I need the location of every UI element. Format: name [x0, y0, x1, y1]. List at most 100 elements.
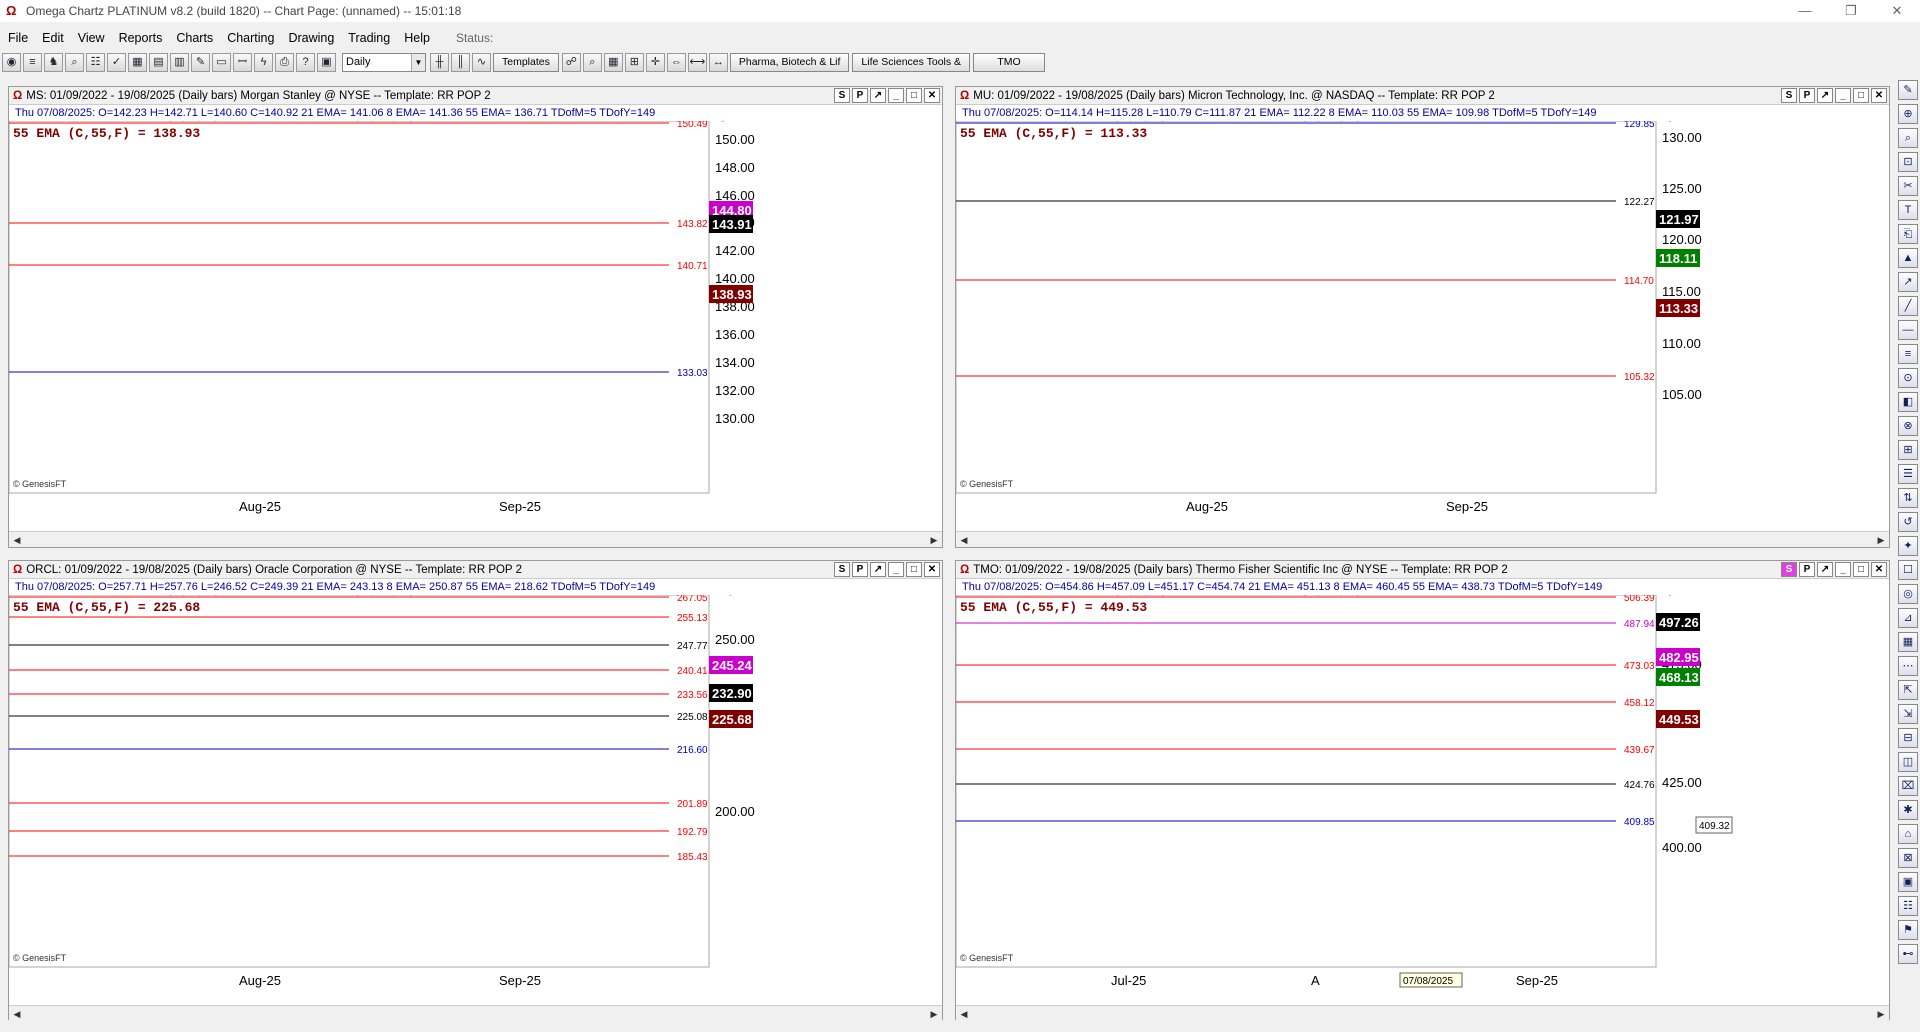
drawing-tool-icon[interactable]: ⇲: [1898, 704, 1918, 724]
drawing-tool-icon[interactable]: ⌕: [1898, 128, 1918, 148]
drawing-tool-icon[interactable]: ▲: [1898, 248, 1918, 268]
scroll-right-icon[interactable]: ▶: [928, 534, 940, 546]
drawing-tool-icon[interactable]: ↗: [1898, 272, 1918, 292]
horizontal-scrollbar[interactable]: ◀ ▶: [9, 1005, 942, 1021]
drawing-tool-icon[interactable]: ☰: [1898, 464, 1918, 484]
pane-p-button[interactable]: P: [1799, 88, 1815, 103]
bar-chart-icon[interactable]: ╫: [430, 52, 449, 72]
scroll-track[interactable]: [25, 537, 926, 543]
horizontal-scrollbar[interactable]: ◀ ▶: [956, 1005, 1889, 1021]
drawing-tool-icon[interactable]: ⇱: [1898, 680, 1918, 700]
scroll-track[interactable]: [972, 537, 1873, 543]
pane-minimize-button[interactable]: _: [1835, 88, 1851, 103]
menu-charting[interactable]: Charting: [219, 31, 280, 45]
scroll-right-icon[interactable]: ▶: [928, 1008, 940, 1020]
pane-close-button[interactable]: ✕: [1871, 562, 1887, 577]
price-chart[interactable]: 267.05255.13247.77240.41233.56225.08216.…: [9, 595, 942, 1005]
pane-link-button[interactable]: ↗: [1817, 562, 1833, 577]
horizontal-scrollbar[interactable]: ◀ ▶: [956, 531, 1889, 547]
pane-s-button[interactable]: S: [1781, 88, 1797, 103]
pane-close-button[interactable]: ✕: [924, 562, 940, 577]
pane-s-button[interactable]: S: [1781, 562, 1797, 577]
menu-reports[interactable]: Reports: [111, 31, 169, 45]
scroll-right-icon[interactable]: ▶: [1875, 1008, 1887, 1020]
line-chart-icon[interactable]: ∿: [472, 52, 491, 72]
drawing-tool-icon[interactable]: ✦: [1898, 536, 1918, 556]
menu-trading[interactable]: Trading: [340, 31, 396, 45]
pane-p-button[interactable]: P: [1799, 562, 1815, 577]
pane-link-button[interactable]: ↗: [1817, 88, 1833, 103]
pane-maximize-button[interactable]: □: [1853, 562, 1869, 577]
page-tab-tmo[interactable]: TMO: [973, 52, 1046, 72]
alert-icon[interactable]: ♞: [44, 52, 63, 72]
chart-pane-ms[interactable]: Ω MS: 01/09/2022 - 19/08/2025 (Daily bars…: [8, 86, 943, 548]
pane-p-button[interactable]: P: [852, 562, 868, 577]
drawing-tool-icon[interactable]: ◧: [1898, 392, 1918, 412]
help-icon[interactable]: ?: [296, 52, 315, 72]
drawing-tool-icon[interactable]: ⊗: [1898, 416, 1918, 436]
print-icon[interactable]: ⎙: [275, 52, 294, 72]
drawing-tool-icon[interactable]: T: [1898, 200, 1918, 220]
scroll-track[interactable]: [972, 1011, 1873, 1017]
drawing-tool-icon[interactable]: ⊕: [1898, 104, 1918, 124]
drawing-tool-icon[interactable]: ⇅: [1898, 488, 1918, 508]
candle-chart-icon[interactable]: ║: [451, 52, 470, 72]
chart-pane-orcl[interactable]: Ω ORCL: 01/09/2022 - 19/08/2025 (Daily ba…: [8, 560, 943, 1022]
search-icon[interactable]: ⌕: [582, 52, 602, 72]
scroll-track[interactable]: [25, 1011, 926, 1017]
pane-maximize-button[interactable]: □: [906, 562, 922, 577]
save-icon[interactable]: ▣: [317, 52, 336, 72]
drawing-tool-icon[interactable]: ⊟: [1898, 728, 1918, 748]
drawing-tool-icon[interactable]: —: [1898, 320, 1918, 340]
drawing-tool-icon[interactable]: ≡: [1898, 344, 1918, 364]
pane-link-button[interactable]: ↗: [870, 88, 886, 103]
drawing-tool-icon[interactable]: ↺: [1898, 512, 1918, 532]
expand-icon[interactable]: ⟷: [687, 52, 707, 72]
drawing-tool-icon[interactable]: ⊷: [1898, 944, 1918, 964]
menu-charts[interactable]: Charts: [168, 31, 219, 45]
price-chart[interactable]: 129.85122.27114.70105.32130.00125.00120.…: [956, 121, 1889, 531]
lightning-icon[interactable]: ϟ: [254, 52, 273, 72]
arrows-icon[interactable]: ⇔: [666, 52, 686, 72]
pane-minimize-button[interactable]: _: [888, 88, 904, 103]
pane-minimize-button[interactable]: _: [888, 562, 904, 577]
drawing-tool-icon[interactable]: ⊠: [1898, 848, 1918, 868]
drawing-tool-icon[interactable]: ⊡: [1898, 152, 1918, 172]
pane-maximize-button[interactable]: □: [1853, 88, 1869, 103]
drawing-tool-icon[interactable]: ⌂: [1898, 824, 1918, 844]
ruler-icon[interactable]: ▭: [212, 52, 231, 72]
period-select[interactable]: Daily ▼: [342, 52, 426, 72]
minimize-button[interactable]: —: [1782, 0, 1828, 22]
stretch-icon[interactable]: ↔: [708, 52, 728, 72]
pane-maximize-button[interactable]: □: [906, 88, 922, 103]
drawing-tool-icon[interactable]: ▦: [1898, 632, 1918, 652]
traffic-light-icon[interactable]: ≡: [23, 52, 42, 72]
price-chart[interactable]: 150.49143.82140.71133.03150.00148.00146.…: [9, 121, 942, 531]
chart-pane-tmo[interactable]: Ω TMO: 01/09/2022 - 19/08/2025 (Daily bar…: [955, 560, 1890, 1022]
drawing-tool-icon[interactable]: ╱: [1898, 296, 1918, 316]
drawing-tool-icon[interactable]: ✂: [1898, 176, 1918, 196]
pencil-icon[interactable]: ✎: [191, 52, 210, 72]
drawing-tool-icon[interactable]: ⋯: [1898, 656, 1918, 676]
drawing-tool-icon[interactable]: ▣: [1898, 872, 1918, 892]
pane-close-button[interactable]: ✕: [1871, 88, 1887, 103]
drawing-tool-icon[interactable]: ⌧: [1898, 776, 1918, 796]
price-chart[interactable]: 506.39487.94473.03458.12439.67424.76409.…: [956, 595, 1889, 1005]
scroll-left-icon[interactable]: ◀: [11, 1008, 23, 1020]
scroll-right-icon[interactable]: ▶: [1875, 534, 1887, 546]
menu-file[interactable]: File: [0, 31, 34, 45]
layout-icon[interactable]: ▦: [603, 52, 623, 72]
templates-button[interactable]: Templates: [493, 52, 559, 72]
restore-button[interactable]: ❐: [1828, 0, 1874, 22]
menu-view[interactable]: View: [70, 31, 111, 45]
table-icon[interactable]: ▥: [170, 52, 189, 72]
drawing-tool-icon[interactable]: ✎: [1898, 80, 1918, 100]
brush-icon[interactable]: ꟷ: [233, 52, 252, 72]
drawing-tool-icon[interactable]: ✱: [1898, 800, 1918, 820]
pane-link-button[interactable]: ↗: [870, 562, 886, 577]
pane-p-button[interactable]: P: [852, 88, 868, 103]
check-icon[interactable]: ✓: [107, 52, 126, 72]
open-icon[interactable]: ◉: [2, 52, 21, 72]
scroll-left-icon[interactable]: ◀: [958, 1008, 970, 1020]
drawing-tool-icon[interactable]: ⚑: [1898, 920, 1918, 940]
